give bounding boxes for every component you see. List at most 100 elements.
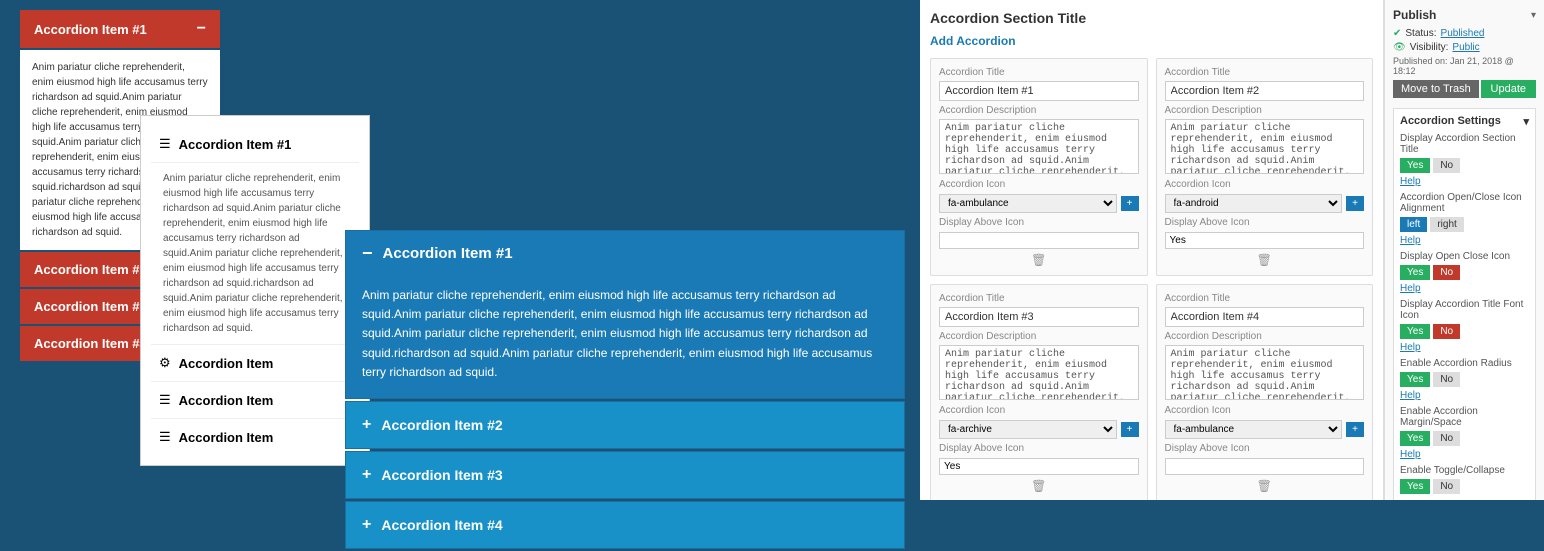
help-2[interactable]: Help [1400,235,1529,246]
enable-margin-label: Enable Accordion Margin/Space [1400,406,1529,428]
gray-item-4-header[interactable]: ☰ Accordion Item [151,419,359,455]
card-1-delete-btn[interactable]: 🗑 [939,253,1139,267]
card-2-title-input[interactable] [1165,81,1365,101]
align-left-btn[interactable]: left [1400,217,1427,232]
accordion-card-2: Accordion Title Accordion Description An… [1156,58,1374,276]
enable-margin-toggle: Yes No [1400,431,1529,446]
blue-item-1-title: Accordion Item #1 [383,245,513,262]
display-title-font-label: Display Accordion Title Font Icon [1400,299,1529,321]
gray-item-2-title: Accordion Item [179,356,274,371]
card-3-display-input[interactable] [939,458,1139,475]
visibility-icon: 👁 [1393,42,1406,53]
card-2-icon-add-btn[interactable]: + [1346,196,1364,211]
display-open-close-label: Display Open Close Icon [1400,251,1529,262]
gray-item-4-title: Accordion Item [179,430,274,445]
card-1-icon-add-btn[interactable]: + [1121,196,1139,211]
alignment-toggle: left right [1400,217,1529,232]
card-4-icon-add-btn[interactable]: + [1346,422,1364,437]
help-1[interactable]: Help [1400,176,1529,187]
help-4[interactable]: Help [1400,342,1529,353]
enable-radius-toggle: Yes No [1400,372,1529,387]
card-1-title-input[interactable] [939,81,1139,101]
toggle-yes-btn[interactable]: Yes [1400,479,1430,494]
publish-date: Published on: Jan 21, 2018 @ 18:12 [1393,56,1536,76]
title-font-no-btn[interactable]: No [1433,324,1460,339]
move-to-trash-btn[interactable]: Move to Trash [1393,80,1479,98]
card-2-icon-select[interactable]: fa-android [1165,194,1343,213]
open-close-yes-btn[interactable]: Yes [1400,265,1430,280]
toggle-no-btn[interactable]: No [1433,479,1460,494]
status-label: Status: [1405,28,1436,39]
align-right-btn[interactable]: right [1430,217,1463,232]
card-4-desc-textarea[interactable]: Anim pariatur cliche reprehenderit, enim… [1165,345,1365,400]
help-6[interactable]: Help [1400,449,1529,460]
card-3-title-input[interactable] [939,307,1139,327]
blue-item-1: − Accordion Item #1 Anim pariatur cliche… [345,230,905,399]
card-2-delete-btn[interactable]: 🗑 [1165,253,1365,267]
add-accordion-button[interactable]: Add Accordion [930,34,1373,48]
update-btn[interactable]: Update [1481,80,1536,98]
card-4-icon-select[interactable]: fa-ambulance [1165,420,1343,439]
card-3-title-label: Accordion Title [939,293,1139,304]
card-1-display-input[interactable] [939,232,1139,249]
visibility-value[interactable]: Public [1452,42,1479,53]
blue-item-2-expand-icon: + [362,416,371,434]
help-5[interactable]: Help [1400,390,1529,401]
status-icon: ✔ [1393,28,1401,39]
blue-item-3[interactable]: + Accordion Item #3 [345,451,905,499]
blue-item-4-expand-icon: + [362,516,371,534]
margin-no-btn[interactable]: No [1433,431,1460,446]
gray-item-1-header[interactable]: ☰ Accordion Item #1 [151,126,359,163]
blue-item-3-title: Accordion Item #3 [381,467,502,483]
radius-no-btn[interactable]: No [1433,372,1460,387]
card-2-desc-textarea[interactable]: Anim pariatur cliche reprehenderit, enim… [1165,119,1365,174]
card-1-icon-select[interactable]: fa-ambulance [939,194,1117,213]
margin-yes-btn[interactable]: Yes [1400,431,1430,446]
gray-item-2-header[interactable]: ⚙ Accordion Item [151,345,359,382]
gray-item-1-title: Accordion Item #1 [179,137,292,152]
blue-item-2-title: Accordion Item #2 [381,417,502,433]
red-accordion-item-1-header[interactable]: Accordion Item #1 − [20,10,220,48]
card-3-icon-select[interactable]: fa-archive [939,420,1117,439]
title-font-yes-btn[interactable]: Yes [1400,324,1430,339]
card-4-title-input[interactable] [1165,307,1365,327]
card-4-display-input[interactable] [1165,458,1365,475]
card-1-desc-textarea[interactable]: Anim pariatur cliche reprehenderit, enim… [939,119,1139,174]
card-4-desc-label: Accordion Description [1165,331,1365,342]
help-3[interactable]: Help [1400,283,1529,294]
accordion-cards-grid: Accordion Title Accordion Description An… [930,58,1373,500]
accordion-settings-title: Accordion Settings ▾ [1400,115,1529,128]
card-2-display-label: Display Above Icon [1165,217,1365,228]
blue-accordion: − Accordion Item #1 Anim pariatur cliche… [345,230,905,549]
blue-item-2[interactable]: + Accordion Item #2 [345,401,905,449]
accordion-card-1: Accordion Title Accordion Description An… [930,58,1148,276]
blue-item-4[interactable]: + Accordion Item #4 [345,501,905,549]
card-1-icon-label: Accordion Icon [939,179,1139,190]
accordion-card-3: Accordion Title Accordion Description An… [930,284,1148,500]
gray-item-1-icon: ☰ [159,136,171,152]
card-4-delete-btn[interactable]: 🗑 [1165,479,1365,493]
card-3-desc-label: Accordion Description [939,331,1139,342]
display-section-no-btn[interactable]: No [1433,158,1460,173]
gray-item-3-header[interactable]: ☰ Accordion Item [151,382,359,419]
open-close-no-btn[interactable]: No [1433,265,1460,280]
blue-item-1-body: Anim pariatur cliche reprehenderit, enim… [346,276,904,398]
card-4-icon-label: Accordion Icon [1165,405,1365,416]
visibility-row: 👁 Visibility: Public [1393,42,1536,53]
radius-yes-btn[interactable]: Yes [1400,372,1430,387]
red-item-1-title: Accordion Item #1 [34,22,147,37]
card-3-icon-add-btn[interactable]: + [1121,422,1139,437]
card-3-desc-textarea[interactable]: Anim pariatur cliche reprehenderit, enim… [939,345,1139,400]
alignment-label: Accordion Open/Close Icon Alignment [1400,192,1529,214]
accordion-settings-section: Accordion Settings ▾ Display Accordion S… [1393,108,1536,500]
display-section-yes-btn[interactable]: Yes [1400,158,1430,173]
cms-editor: Accordion Section Title Add Accordion Ac… [920,0,1544,500]
blue-item-1-collapse-icon: − [362,243,373,264]
card-4-icon-row: fa-ambulance + [1165,420,1365,439]
card-2-icon-row: fa-android + [1165,194,1365,213]
card-3-delete-btn[interactable]: 🗑 [939,479,1139,493]
publish-header: Publish ▾ [1393,8,1536,22]
status-value[interactable]: Published [1441,28,1485,39]
card-2-display-input[interactable] [1165,232,1365,249]
blue-item-1-header[interactable]: − Accordion Item #1 [346,231,904,276]
